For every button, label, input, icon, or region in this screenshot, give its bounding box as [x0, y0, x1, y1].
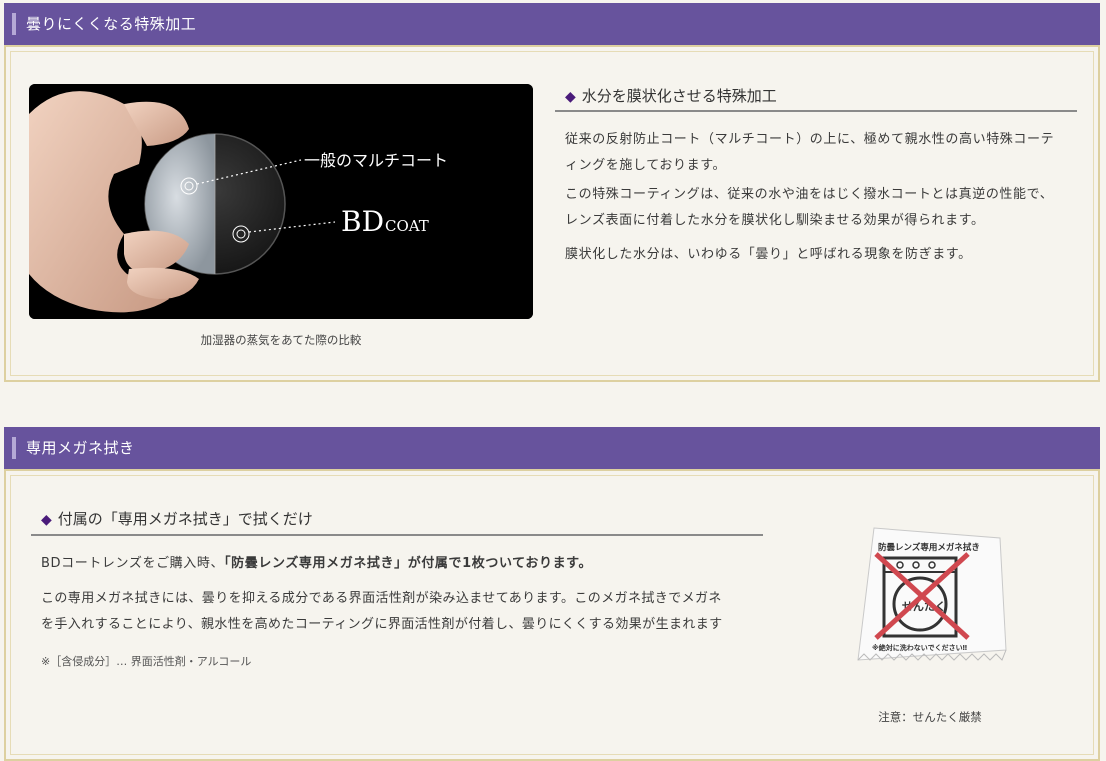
label-multicoat: 一般のマルチコート — [304, 151, 448, 170]
cloth-top-label: 防曇レンズ専用メガネ拭き — [878, 542, 980, 553]
cloth-caption: 注意：せんたく厳禁 — [878, 710, 982, 724]
subhead-text: 水分を膜状化させる特殊加工 — [581, 87, 777, 105]
section-title: 専用メガネ拭き — [26, 439, 135, 457]
diamond-icon: ◆ — [41, 512, 52, 528]
subhead-text: 付属の「専用メガネ拭き」で拭くだけ — [57, 510, 313, 528]
header-accent-bar — [12, 437, 16, 459]
label-coat: COAT — [385, 217, 429, 235]
cloth-para-1: BDコートレンズをご購入時、「防曇レンズ専用メガネ拭き」が付属で1枚ついておりま… — [41, 556, 593, 571]
section-header-antifog: 曇りにくくなる特殊加工 — [4, 3, 1100, 45]
diamond-icon: ◆ — [565, 89, 576, 105]
photo-caption: 加湿器の蒸気をあてた際の比較 — [200, 333, 362, 347]
section-header-cloth: 専用メガネ拭き — [4, 427, 1100, 469]
description-para-1: 従来の反射防止コート（マルチコート）の上に、極めて親水性の高い特殊コーテ ィング… — [565, 132, 1055, 173]
header-accent-bar — [12, 13, 16, 35]
subhead-membrane: ◆ 水分を膜状化させる特殊加工 — [555, 85, 1077, 112]
lens-comparison-photo: 一般のマルチコート BD COAT — [29, 84, 533, 319]
cloth-bottom-label: ※絶対に洗わないでください‼ — [872, 643, 967, 652]
description-para-3: 膜状化した水分は、いわゆる「曇り」と呼ばれる現象を防ぎます。 — [565, 247, 972, 262]
subhead-cloth: ◆ 付属の「専用メガネ拭き」で拭くだけ — [31, 508, 763, 536]
label-bd: BD — [341, 205, 384, 238]
cleaning-cloth-image: 防曇レンズ専用メガネ拭き せんたく ※絶対に洗わないでください‼ — [850, 520, 1010, 665]
ingredients-note: ※［含侵成分］… 界面活性剤・アルコール — [41, 655, 252, 668]
cloth-illustration: 防曇レンズ専用メガネ拭き せんたく ※絶対に洗わないでください‼ — [857, 527, 1007, 661]
description-para-2: この特殊コーティングは、従来の水や油をはじく撥水コートとは真逆の性能で、 レンズ… — [565, 187, 1054, 228]
cloth-para-2: この専用メガネ拭きには、曇りを抑える成分である界面活性剤が染み込ませてあります。… — [41, 591, 723, 632]
lens-photo-illustration: 一般のマルチコート BD COAT — [29, 84, 533, 319]
section-title: 曇りにくくなる特殊加工 — [26, 15, 197, 33]
